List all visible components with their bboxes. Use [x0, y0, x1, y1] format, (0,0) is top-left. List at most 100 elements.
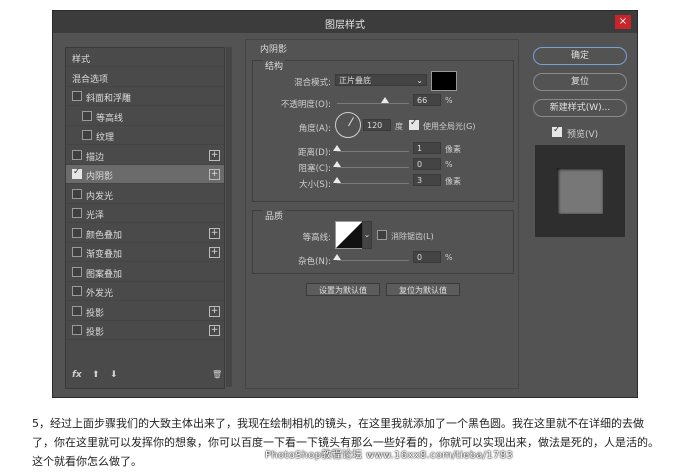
global-light-label: 使用全局光(G): [423, 122, 476, 131]
anti-alias-checkbox[interactable]: [377, 230, 387, 240]
style-list-toolbar: fx ⬆ ⬇ 🗑: [66, 366, 224, 388]
noise-unit: %: [445, 253, 453, 262]
add-instance-icon[interactable]: +: [209, 227, 220, 239]
close-button[interactable]: ×: [615, 15, 631, 29]
add-instance-icon[interactable]: +: [209, 305, 220, 317]
style-checkbox[interactable]: [72, 266, 82, 277]
contour-preview[interactable]: [335, 221, 363, 249]
move-down-icon[interactable]: ⬇: [110, 370, 118, 380]
style-list-scrollbar[interactable]: [226, 47, 232, 387]
style-list-item-label: 描边: [86, 152, 105, 163]
style-list-item[interactable]: 光泽: [66, 204, 224, 223]
style-list-item[interactable]: 外发光: [66, 282, 224, 301]
noise-slider[interactable]: [337, 260, 409, 261]
style-checkbox[interactable]: [72, 91, 82, 101]
style-list-item-label: 图案叠加: [86, 269, 123, 280]
fx-icon[interactable]: fx: [72, 370, 82, 380]
style-checkbox[interactable]: [72, 149, 82, 160]
style-list-item[interactable]: 渐变叠加 +: [66, 243, 224, 262]
noise-input[interactable]: 0: [413, 251, 441, 263]
style-list-item-label: 内阴影: [86, 172, 114, 182]
add-instance-icon[interactable]: +: [209, 325, 220, 336]
style-list-item[interactable]: 内发光: [66, 185, 224, 204]
add-instance-icon[interactable]: +: [209, 149, 220, 161]
contour-label: 等高线:: [302, 233, 331, 243]
ok-button[interactable]: 确定: [533, 47, 627, 65]
style-list-item-label: 斜面和浮雕: [86, 94, 132, 104]
style-list-item-label: 样式: [72, 55, 91, 65]
watermark: PhotoShop教程论坛 www.16xx8.com/tieba/1783: [265, 450, 514, 461]
contour-curve-icon: [336, 222, 362, 248]
chevron-down-icon: ⌄: [416, 76, 423, 85]
preview-checkbox[interactable]: [552, 125, 562, 137]
style-checkbox[interactable]: [72, 208, 82, 218]
preview-label: 预览(V): [567, 130, 599, 140]
new-style-button[interactable]: 新建样式(W)...: [533, 99, 627, 117]
choke-slider[interactable]: [337, 167, 409, 168]
angle-dial[interactable]: [335, 112, 361, 138]
contour-dropdown-button[interactable]: ⌄: [362, 221, 372, 249]
distance-slider[interactable]: [337, 151, 409, 152]
noise-label: 杂色(N):: [298, 257, 331, 267]
style-list-item[interactable]: 斜面和浮雕: [66, 87, 224, 106]
angle-dial-needle: [348, 117, 354, 127]
reset-default-button[interactable]: 复位为默认值: [386, 283, 460, 296]
choke-label: 阻塞(C):: [298, 164, 331, 174]
opacity-slider-handle[interactable]: [380, 97, 389, 103]
title-bar: 图层样式 ×: [53, 11, 637, 33]
style-list-item[interactable]: 投影 +: [66, 321, 224, 340]
opacity-input[interactable]: 66: [413, 94, 441, 106]
size-slider[interactable]: [337, 183, 409, 184]
style-checkbox[interactable]: [72, 305, 82, 316]
style-list-item[interactable]: 混合选项: [66, 68, 224, 87]
style-checkbox[interactable]: [72, 227, 82, 238]
style-checkbox[interactable]: [72, 247, 82, 257]
shadow-color-swatch[interactable]: [431, 71, 457, 91]
style-list-item[interactable]: 描边 +: [66, 146, 224, 165]
make-default-button[interactable]: 设置为默认值: [306, 283, 380, 296]
style-checkbox[interactable]: [82, 110, 92, 121]
style-checkbox[interactable]: [72, 325, 82, 335]
angle-input[interactable]: 120: [363, 119, 391, 131]
style-list-item-label: 光泽: [86, 211, 105, 221]
distance-unit: 像素: [445, 145, 461, 154]
distance-label: 距离(D):: [297, 148, 331, 158]
move-up-icon[interactable]: ⬆: [92, 370, 100, 380]
style-checkbox[interactable]: [82, 130, 92, 140]
reset-button[interactable]: 复位: [533, 73, 627, 91]
noise-slider-handle[interactable]: [333, 254, 341, 260]
choke-input[interactable]: 0: [413, 158, 441, 170]
style-list-item[interactable]: 内阴影 +: [66, 165, 224, 184]
style-list-item[interactable]: 等高线: [66, 107, 224, 126]
choke-slider-handle[interactable]: [333, 161, 341, 167]
global-light-checkbox[interactable]: [409, 118, 419, 130]
add-instance-icon[interactable]: +: [209, 169, 220, 180]
style-list-item[interactable]: 样式: [66, 48, 224, 67]
style-list-item[interactable]: 纹理: [66, 126, 224, 145]
size-label: 大小(S):: [299, 180, 331, 190]
angle-unit: 度: [395, 122, 403, 131]
style-list: 投影 + 投影 + 外发光 图案叠加 渐变叠加 + 颜色叠加 + 光泽 内发光 内阴影 + 描边 + 纹理 等高线…: [65, 47, 225, 389]
angle-label: 角度(A):: [298, 124, 331, 134]
size-input[interactable]: 3: [413, 174, 441, 186]
trash-icon[interactable]: 🗑: [212, 370, 222, 379]
opacity-slider[interactable]: [337, 103, 409, 104]
style-checkbox[interactable]: [72, 286, 82, 296]
style-list-item-label: 投影: [86, 328, 105, 338]
style-preview-box: [535, 145, 625, 237]
size-slider-handle[interactable]: [333, 177, 341, 183]
style-list-item-label: 外发光: [86, 289, 114, 299]
style-list-item[interactable]: 投影 +: [66, 302, 224, 321]
add-instance-icon[interactable]: +: [209, 247, 220, 258]
style-preview-swatch: [557, 168, 603, 214]
style-checkbox[interactable]: [72, 167, 82, 179]
distance-slider-handle[interactable]: [333, 145, 341, 151]
style-list-item[interactable]: 图案叠加: [66, 263, 224, 282]
style-list-item-label: 等高线: [96, 113, 124, 124]
quality-group: 品质 等高线: ⌄ 消除锯齿(L) 杂色(N): 0 %: [252, 209, 514, 274]
distance-input[interactable]: 1: [413, 142, 441, 154]
style-checkbox[interactable]: [72, 188, 82, 199]
panel-title: 内阴影: [260, 45, 288, 55]
style-list-item[interactable]: 颜色叠加 +: [66, 224, 224, 243]
blend-mode-select[interactable]: 正片叠底 ⌄: [335, 74, 427, 86]
